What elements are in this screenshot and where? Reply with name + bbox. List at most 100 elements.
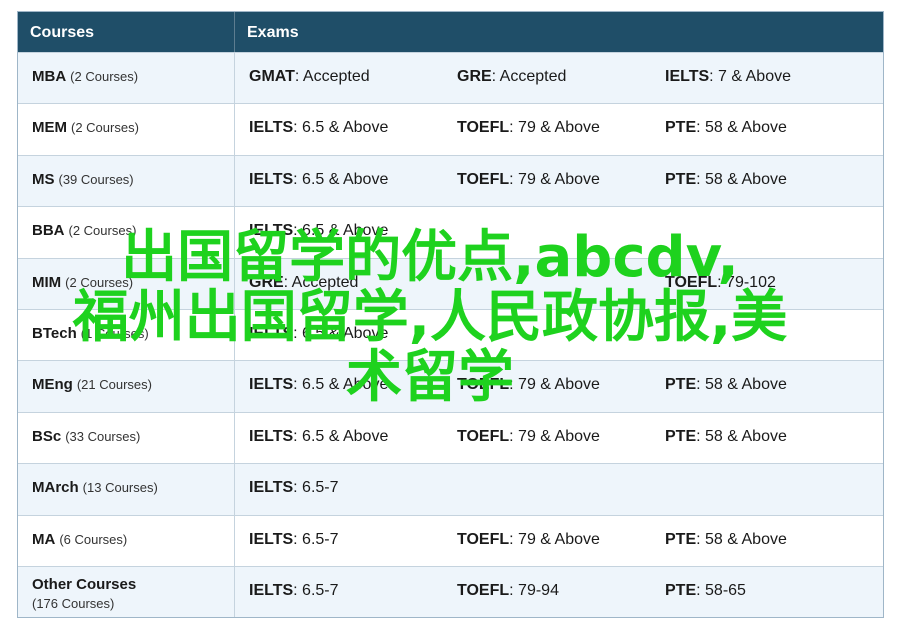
table-row: MEM (2 Courses) IELTS: 6.5 & Above TOEFL: 7… [18, 103, 883, 155]
exam-score: : 6.5-7 [293, 530, 339, 548]
exam-requirement: TOEFL: 79-94 [457, 582, 665, 617]
course-cell: Other Courses (176 Courses) [18, 566, 235, 618]
course-count: (33 Courses) [65, 428, 141, 444]
exam-score: : Accepted [294, 68, 370, 85]
exam-name: PTE [665, 530, 697, 548]
course-name[interactable]: MArch [32, 479, 79, 496]
exam-requirement: IELTS: 6.5 & Above [249, 119, 457, 154]
exam-name: IELTS [249, 427, 294, 445]
table-row: MS (39 Courses) IELTS: 6.5 & Above TOEFL: 7… [18, 154, 883, 207]
exam-requirement: GMAT: Accepted [249, 68, 457, 103]
course-count: (6 Courses) [59, 531, 128, 547]
courses-column-header: Courses [18, 12, 235, 52]
exam-name: TOEFL [457, 530, 510, 548]
table-row: Other Courses (176 Courses) IELTS: 6.5-7 TO… [18, 565, 883, 618]
exam-score: : 58 & Above [696, 119, 787, 137]
exam-score: : 6.5 & Above [293, 170, 389, 188]
course-count: (2 Courses) [71, 120, 139, 136]
exam-requirement: IELTS: 6.5-7 [249, 531, 457, 566]
exam-name: IELTS [249, 170, 294, 188]
course-name[interactable]: BSc [32, 428, 61, 445]
course-count: (39 Courses) [58, 171, 134, 187]
exam-name: PTE [665, 119, 697, 137]
exam-name: IELTS [249, 581, 294, 599]
exams-cell: GMAT: Accepted GRE: Accepted IELTS: 7 & Ab… [235, 53, 883, 103]
course-count: (176 Courses) [32, 595, 115, 611]
exam-score: : 79 & Above [509, 427, 600, 445]
table-row: BSc (33 Courses) IELTS: 6.5 & Above TOEFL: … [18, 411, 883, 464]
exam-score: : 58 & Above [696, 530, 787, 548]
course-cell: MArch (13 Courses) [18, 464, 235, 515]
course-name[interactable]: MA [32, 531, 55, 548]
exam-name: PTE [665, 427, 697, 445]
course-name[interactable]: MEM [32, 119, 67, 136]
exam-name: TOEFL [457, 170, 510, 188]
exam-name: TOEFL [457, 119, 510, 137]
exam-score: : 7 & Above [709, 68, 791, 85]
exam-requirement: IELTS: 6.5-7 [249, 582, 457, 617]
exam-requirement: TOEFL: 79 & Above [457, 428, 665, 463]
exams-cell: IELTS: 6.5-7 TOEFL: 79-94 PTE: 58-65 [235, 567, 883, 617]
course-name[interactable]: MS [32, 171, 55, 188]
course-cell: MEM (2 Courses) [18, 104, 235, 155]
exam-score: : 58 & Above [696, 427, 787, 445]
exam-name: GMAT [249, 68, 295, 85]
exams-cell: IELTS: 6.5-7 TOEFL: 79 & Above PTE: 58 & A… [235, 516, 883, 566]
table-row: MA (6 Courses) IELTS: 6.5-7 TOEFL: 79 & Abo… [18, 514, 883, 566]
exam-name: IELTS [249, 119, 294, 137]
course-name[interactable]: Other Courses [32, 576, 136, 593]
exam-requirement: PTE: 58 & Above [665, 119, 873, 154]
exam-score: : Accepted [491, 68, 567, 85]
exam-score: : 79 & Above [509, 530, 600, 548]
exam-requirement [457, 479, 665, 514]
exam-name: GRE [457, 68, 492, 85]
exam-requirement: IELTS: 6.5 & Above [249, 428, 457, 463]
exam-name: IELTS [249, 479, 294, 497]
overlay-line: 术留学 [346, 345, 514, 410]
exam-name: PTE [665, 581, 697, 599]
exam-name: PTE [665, 170, 697, 188]
overlay-line: 出国留学的优点,abcdv, [121, 225, 739, 290]
exam-requirement: TOEFL: 79 & Above [457, 171, 665, 206]
exam-name: TOEFL [457, 427, 510, 445]
course-cell: MA (6 Courses) [18, 515, 235, 566]
course-cell: BSc (33 Courses) [18, 412, 235, 464]
exam-requirement: TOEFL: 79 & Above [457, 531, 665, 566]
exam-name: TOEFL [457, 581, 510, 599]
exam-score: : 58-65 [696, 581, 746, 599]
exam-requirement: PTE: 58 & Above [665, 531, 873, 566]
course-count: (2 Courses) [70, 69, 139, 84]
course-cell: MBA (2 Courses) [18, 53, 235, 104]
exam-name: IELTS [249, 530, 294, 548]
exam-requirement: GRE: Accepted [457, 68, 665, 103]
watermark-overlay-text: 出国留学的优点,abcdv, 福州出国留学,人民政协报,美 术留学 [30, 228, 830, 408]
exam-score: : 58 & Above [696, 170, 787, 188]
table-row: MBA (2 Courses) GMAT: Accepted GRE: Accepte… [18, 52, 883, 104]
exam-requirement: PTE: 58 & Above [665, 428, 873, 463]
exam-score: : 79 & Above [509, 119, 600, 137]
exam-score: : 6.5 & Above [293, 119, 389, 137]
exam-requirement: PTE: 58 & Above [665, 171, 873, 206]
exam-name: IELTS [665, 68, 710, 85]
exam-requirement [665, 479, 873, 514]
course-count: (13 Courses) [82, 480, 158, 496]
exams-cell: IELTS: 6.5 & Above TOEFL: 79 & Above PTE: … [235, 413, 883, 463]
exams-cell: IELTS: 6.5 & Above TOEFL: 79 & Above PTE: … [235, 104, 883, 154]
exam-score: : 79 & Above [509, 170, 600, 188]
exam-requirement: IELTS: 6.5-7 [249, 479, 457, 514]
table-header: Courses Exams [18, 12, 883, 52]
exam-requirement: PTE: 58-65 [665, 582, 873, 617]
exam-score: : 79-94 [509, 581, 559, 599]
overlay-line: 福州出国留学,人民政协报,美 [72, 285, 788, 350]
table-row: MArch (13 Courses) IELTS: 6.5-7 [18, 463, 883, 515]
exams-column-header: Exams [247, 24, 299, 41]
exam-requirement: IELTS: 7 & Above [665, 68, 873, 103]
exam-score: : 6.5-7 [293, 479, 339, 497]
exams-cell: IELTS: 6.5 & Above TOEFL: 79 & Above PTE: … [235, 156, 883, 206]
exam-requirement: IELTS: 6.5 & Above [249, 171, 457, 206]
exam-requirement: TOEFL: 79 & Above [457, 119, 665, 154]
exam-score: : 6.5-7 [293, 581, 339, 599]
course-name[interactable]: MBA [32, 68, 66, 85]
course-cell: MS (39 Courses) [18, 155, 235, 207]
exam-score: : 6.5 & Above [293, 427, 389, 445]
